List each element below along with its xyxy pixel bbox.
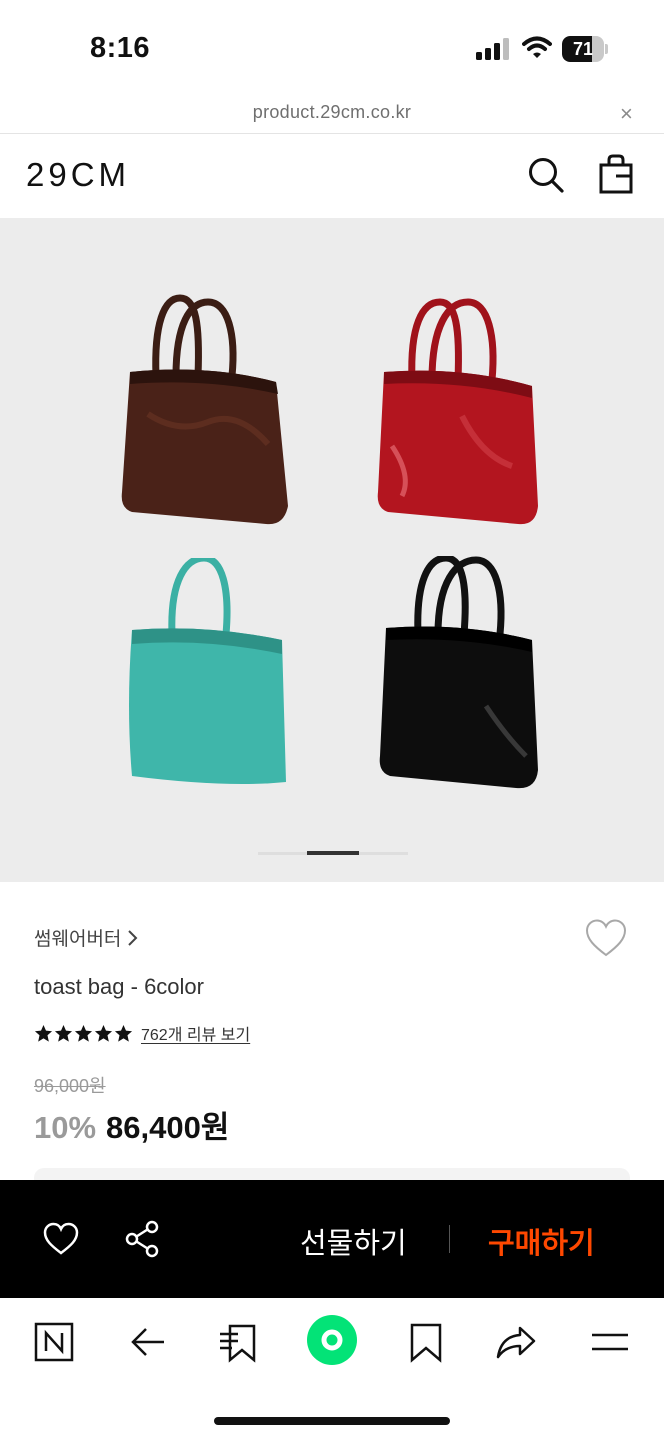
battery-indicator: 71 — [562, 36, 608, 62]
price-row: 10% 86,400원 — [34, 1102, 229, 1147]
product-image-red-bag — [377, 298, 538, 525]
star-icon — [34, 1024, 53, 1042]
star-icon — [114, 1024, 133, 1042]
site-header: 29CM — [0, 134, 664, 218]
status-bar: 8:16 71 — [0, 0, 664, 96]
star-icon — [54, 1024, 73, 1042]
gift-button[interactable]: 선물하기 — [300, 1220, 407, 1262]
status-time: 8:16 — [90, 32, 151, 64]
cellular-signal-icon — [476, 38, 509, 60]
browser-url-bar[interactable]: product.29cm.co.kr × — [0, 96, 664, 134]
heart-icon[interactable] — [42, 1222, 80, 1256]
rating-row: 762개 리뷰 보기 — [34, 1021, 250, 1045]
search-icon[interactable] — [527, 156, 565, 194]
brand-name[interactable]: 썸웨어버터 — [34, 924, 121, 951]
star-rating — [34, 1024, 133, 1043]
chevron-right-icon — [128, 929, 138, 946]
share-arrow-icon[interactable] — [494, 1320, 538, 1364]
wifi-icon — [522, 36, 552, 58]
battery-level: 71 — [572, 39, 594, 59]
review-link[interactable]: 762개 리뷰 보기 — [141, 1021, 250, 1045]
browser-toolbar — [0, 1298, 664, 1388]
green-dot-icon[interactable] — [306, 1314, 358, 1366]
sale-price: 86,400원 — [106, 1110, 230, 1145]
menu-icon[interactable] — [588, 1320, 632, 1364]
product-image-brown-bag — [121, 294, 288, 525]
heart-icon[interactable] — [584, 918, 628, 958]
star-icon — [94, 1024, 113, 1042]
product-image-black-bag — [379, 556, 538, 789]
bookmark-icon[interactable] — [404, 1320, 448, 1364]
original-price: 96,000원 — [34, 1076, 106, 1096]
share-icon[interactable] — [124, 1220, 160, 1258]
product-name: toast bag - 6color — [34, 974, 204, 999]
home-indicator — [214, 1417, 450, 1425]
purchase-bar: 선물하기 구매하기 — [0, 1180, 664, 1298]
close-icon[interactable]: × — [620, 103, 633, 125]
brand-link[interactable]: 썸웨어버터 — [34, 924, 139, 951]
product-image-teal-bag — [129, 558, 286, 784]
back-arrow-icon[interactable] — [126, 1320, 170, 1364]
shopping-bag-icon[interactable] — [598, 154, 634, 194]
slide-indicator — [258, 851, 408, 855]
url-text[interactable]: product.29cm.co.kr — [0, 102, 664, 123]
slide-indicator-active — [307, 851, 359, 855]
discount-rate: 10% — [34, 1110, 97, 1145]
bookmark-list-icon[interactable] — [216, 1320, 260, 1364]
divider — [449, 1225, 450, 1253]
buy-button[interactable]: 구매하기 — [488, 1220, 595, 1262]
star-icon — [74, 1024, 93, 1042]
product-image-gallery[interactable] — [0, 218, 664, 882]
site-logo[interactable]: 29CM — [26, 156, 130, 194]
naver-n-icon[interactable] — [32, 1320, 76, 1364]
